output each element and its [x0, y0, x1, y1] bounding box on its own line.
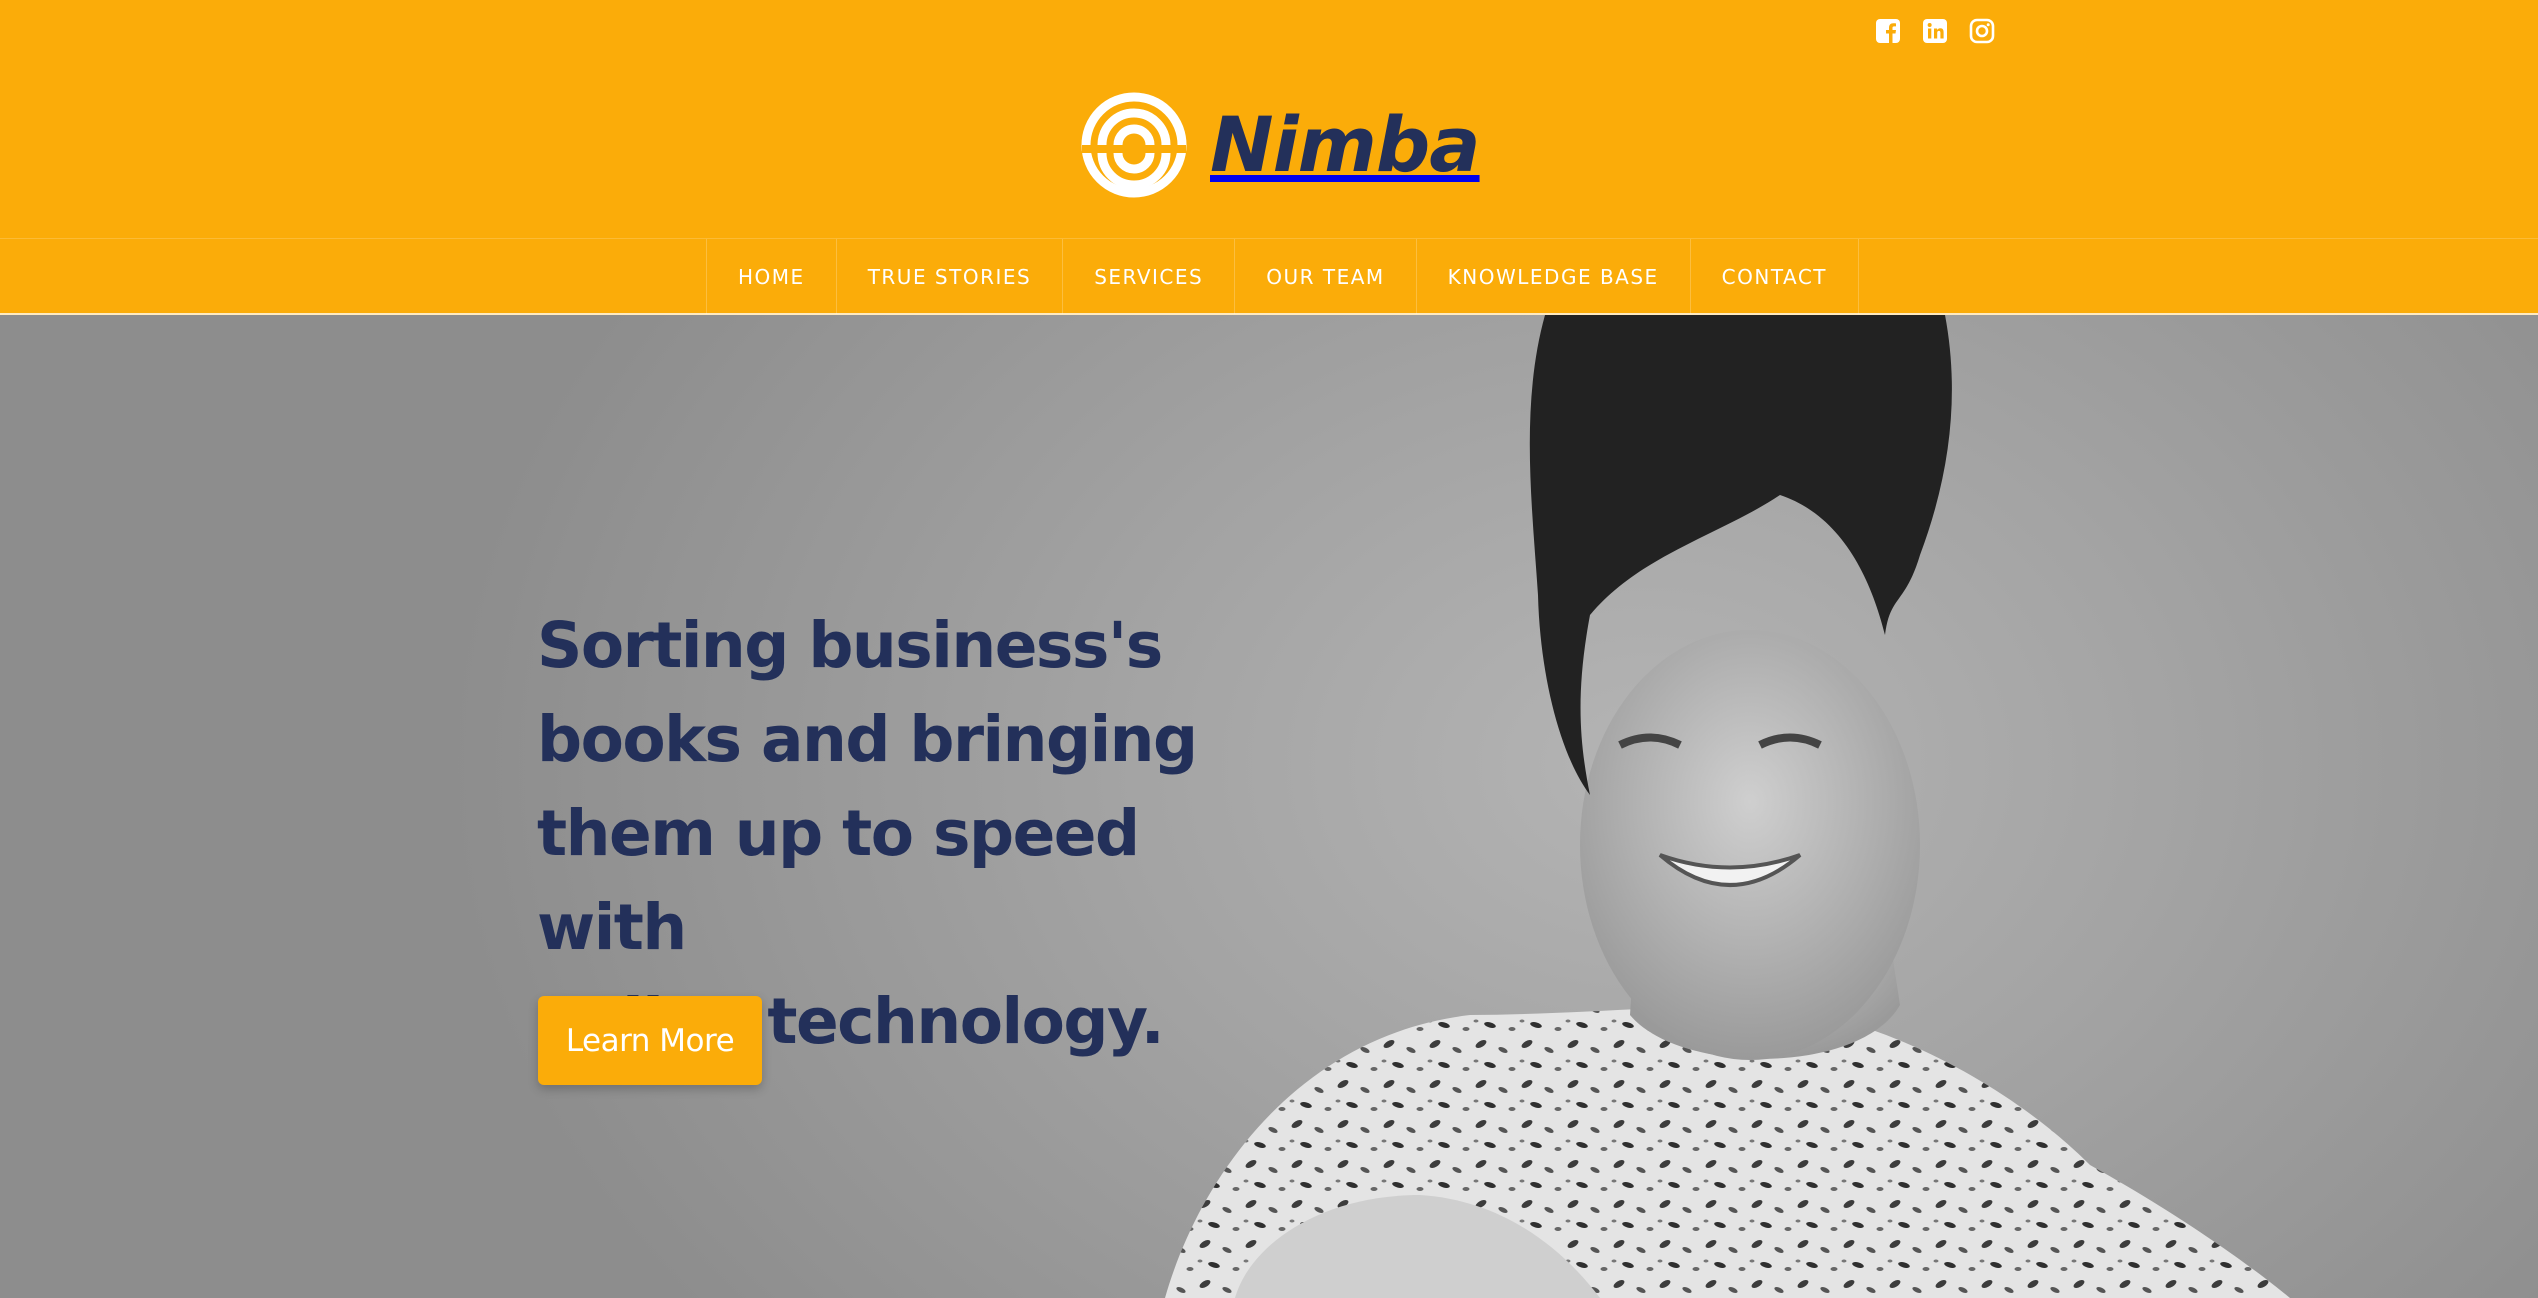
nav-link-knowledge-base[interactable]: KNOWLEDGE BASE	[1417, 239, 1690, 314]
site-header: Nimba	[0, 0, 2538, 238]
main-nav: HOME TRUE STORIES SERVICES OUR TEAM KNOW…	[0, 238, 2538, 315]
learn-more-button[interactable]: Learn More	[538, 996, 762, 1085]
nav-link-contact[interactable]: CONTACT	[1691, 239, 1858, 314]
facebook-link[interactable]	[1874, 17, 1902, 45]
nav-link-home[interactable]: HOME	[707, 239, 836, 314]
logo-wordmark: Nimba	[1210, 100, 1481, 189]
nav-item-services: SERVICES	[1063, 239, 1236, 314]
nav-link-services[interactable]: SERVICES	[1063, 239, 1234, 314]
nav-item-our-team: OUR TEAM	[1235, 239, 1417, 314]
site-logo[interactable]: Nimba	[1080, 90, 1481, 200]
linkedin-link[interactable]	[1921, 17, 1949, 45]
hero-photo	[1165, 315, 2290, 1298]
headline-line-2: books and bringing	[537, 703, 1198, 776]
nav-item-knowledge-base: KNOWLEDGE BASE	[1417, 239, 1691, 314]
nav-link-our-team[interactable]: OUR TEAM	[1235, 239, 1415, 314]
social-links	[1874, 17, 1996, 45]
nav-item-contact: CONTACT	[1691, 239, 1860, 314]
headline-line-1: Sorting business's	[537, 609, 1163, 682]
nav-item-true-stories: TRUE STORIES	[837, 239, 1064, 314]
linkedin-icon	[1923, 19, 1947, 43]
hero-section: Sorting business's books and bringing th…	[0, 315, 2538, 1298]
nav-item-home: HOME	[707, 239, 837, 314]
facebook-icon	[1876, 19, 1900, 43]
instagram-icon	[1969, 18, 1995, 44]
nav-menu: HOME TRUE STORIES SERVICES OUR TEAM KNOW…	[706, 239, 1860, 314]
instagram-link[interactable]	[1968, 17, 1996, 45]
headline-line-3: them up to speed with	[537, 797, 1140, 964]
nav-link-true-stories[interactable]: TRUE STORIES	[837, 239, 1063, 314]
face-shape	[1580, 630, 1920, 1060]
nimba-swirl-logo-icon	[1081, 92, 1187, 198]
